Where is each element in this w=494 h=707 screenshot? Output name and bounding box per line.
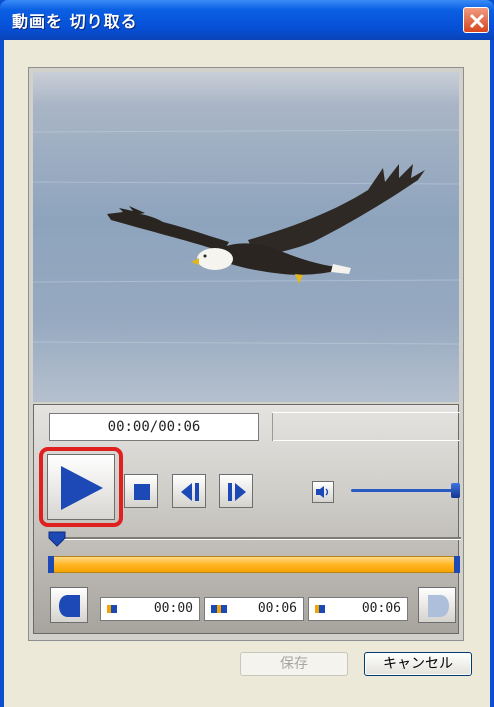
step-forward-icon: [228, 483, 246, 501]
speaker-icon: [316, 486, 329, 498]
time-display: 00:00/00:06: [49, 413, 259, 441]
play-button[interactable]: [47, 454, 115, 520]
play-icon: [61, 466, 103, 510]
mark-in-icon: [59, 595, 80, 617]
volume-button[interactable]: [312, 481, 334, 503]
window-title: 動画を 切り取る: [12, 12, 138, 31]
volume-slider-handle[interactable]: [451, 483, 460, 498]
divider-line: [272, 412, 460, 413]
trim-start-value: 00:00: [153, 601, 193, 616]
end-marker-icon: [211, 605, 227, 613]
trim-duration: 00:06: [308, 597, 408, 621]
step-back-icon: [181, 483, 199, 501]
next-frame-button[interactable]: [219, 474, 253, 508]
trim-start-time: 00:00: [100, 597, 200, 621]
duration-marker-icon: [315, 605, 325, 613]
trim-end-time: 00:06: [204, 597, 304, 621]
set-end-button[interactable]: [418, 587, 456, 623]
title-bar[interactable]: 動画を 切り取る: [0, 0, 494, 40]
trim-duration-value: 00:06: [361, 601, 401, 616]
volume-slider[interactable]: [351, 489, 455, 492]
close-icon: [469, 13, 485, 29]
divider-line: [272, 413, 273, 441]
seek-slider-handle[interactable]: [48, 531, 66, 547]
trim-end-handle[interactable]: [454, 556, 460, 573]
start-marker-icon: [107, 605, 117, 613]
trim-start-handle[interactable]: [48, 556, 54, 573]
mark-out-icon: [428, 595, 449, 617]
previous-frame-button[interactable]: [172, 474, 206, 508]
seek-slider[interactable]: [51, 537, 461, 540]
trim-range-bar[interactable]: [50, 556, 460, 573]
stop-icon: [134, 484, 150, 500]
stop-button[interactable]: [124, 474, 158, 508]
set-start-button[interactable]: [50, 587, 88, 623]
close-button[interactable]: [463, 7, 489, 33]
trim-end-value: 00:06: [257, 601, 297, 616]
cancel-button[interactable]: キャンセル: [364, 652, 472, 676]
video-preview: [33, 72, 459, 402]
save-button[interactable]: 保存: [240, 652, 348, 676]
eagle-image: [33, 129, 459, 345]
divider-line: [272, 440, 460, 441]
